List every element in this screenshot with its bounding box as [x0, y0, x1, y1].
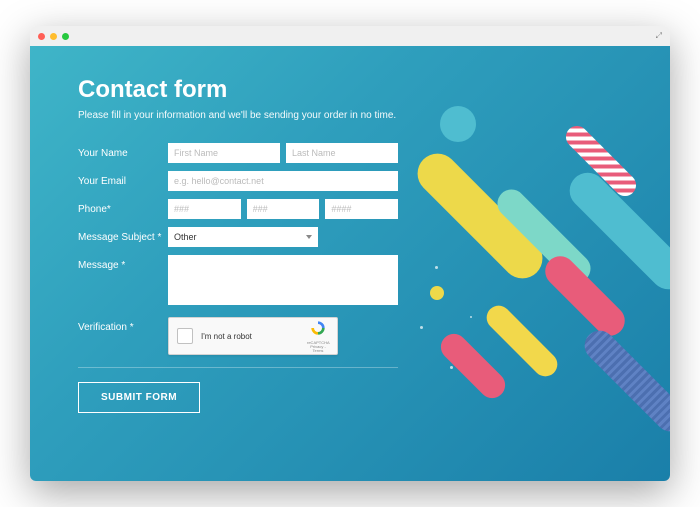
page-title: Contact form — [78, 76, 622, 104]
page-viewport: Contact form Please fill in your informa… — [30, 46, 670, 481]
subject-select-wrap: Other — [168, 227, 318, 247]
message-textarea[interactable] — [168, 255, 398, 305]
verify-row: Verification * I'm not a robot reCAPTCHA… — [78, 317, 622, 355]
message-label: Message * — [78, 255, 168, 271]
phone-label: Phone* — [78, 199, 168, 215]
phone-part2-input[interactable] — [247, 199, 320, 219]
email-row: Your Email — [78, 171, 622, 191]
expand-icon[interactable]: ⤢ — [656, 31, 662, 41]
phone-part1-input[interactable] — [168, 199, 241, 219]
message-row: Message * — [78, 255, 622, 305]
minimize-window-button[interactable] — [50, 33, 57, 40]
email-input[interactable] — [168, 171, 398, 191]
subject-select[interactable]: Other — [168, 227, 318, 247]
traffic-lights — [38, 33, 69, 40]
recaptcha-logo-icon: reCAPTCHA Privacy - Terms — [307, 320, 329, 353]
phone-row: Phone* — [78, 199, 622, 219]
recaptcha-widget: I'm not a robot reCAPTCHA Privacy - Term… — [168, 317, 338, 355]
name-label: Your Name — [78, 143, 168, 159]
submit-button[interactable]: SUBMIT FORM — [78, 382, 200, 413]
subject-row: Message Subject * Other — [78, 227, 622, 247]
divider — [78, 367, 398, 368]
maximize-window-button[interactable] — [62, 33, 69, 40]
phone-part3-input[interactable] — [325, 199, 398, 219]
last-name-input[interactable] — [286, 143, 398, 163]
recaptcha-checkbox[interactable] — [177, 328, 193, 344]
window-titlebar: ⤢ — [30, 26, 670, 46]
subject-label: Message Subject * — [78, 227, 168, 243]
close-window-button[interactable] — [38, 33, 45, 40]
recaptcha-text: I'm not a robot — [201, 332, 299, 341]
page-subtitle: Please fill in your information and we'l… — [78, 110, 622, 121]
verify-label: Verification * — [78, 317, 168, 333]
first-name-input[interactable] — [168, 143, 280, 163]
email-label: Your Email — [78, 171, 168, 187]
name-row: Your Name — [78, 143, 622, 163]
browser-window: ⤢ Contact form Please fill in your infor… — [30, 26, 670, 481]
